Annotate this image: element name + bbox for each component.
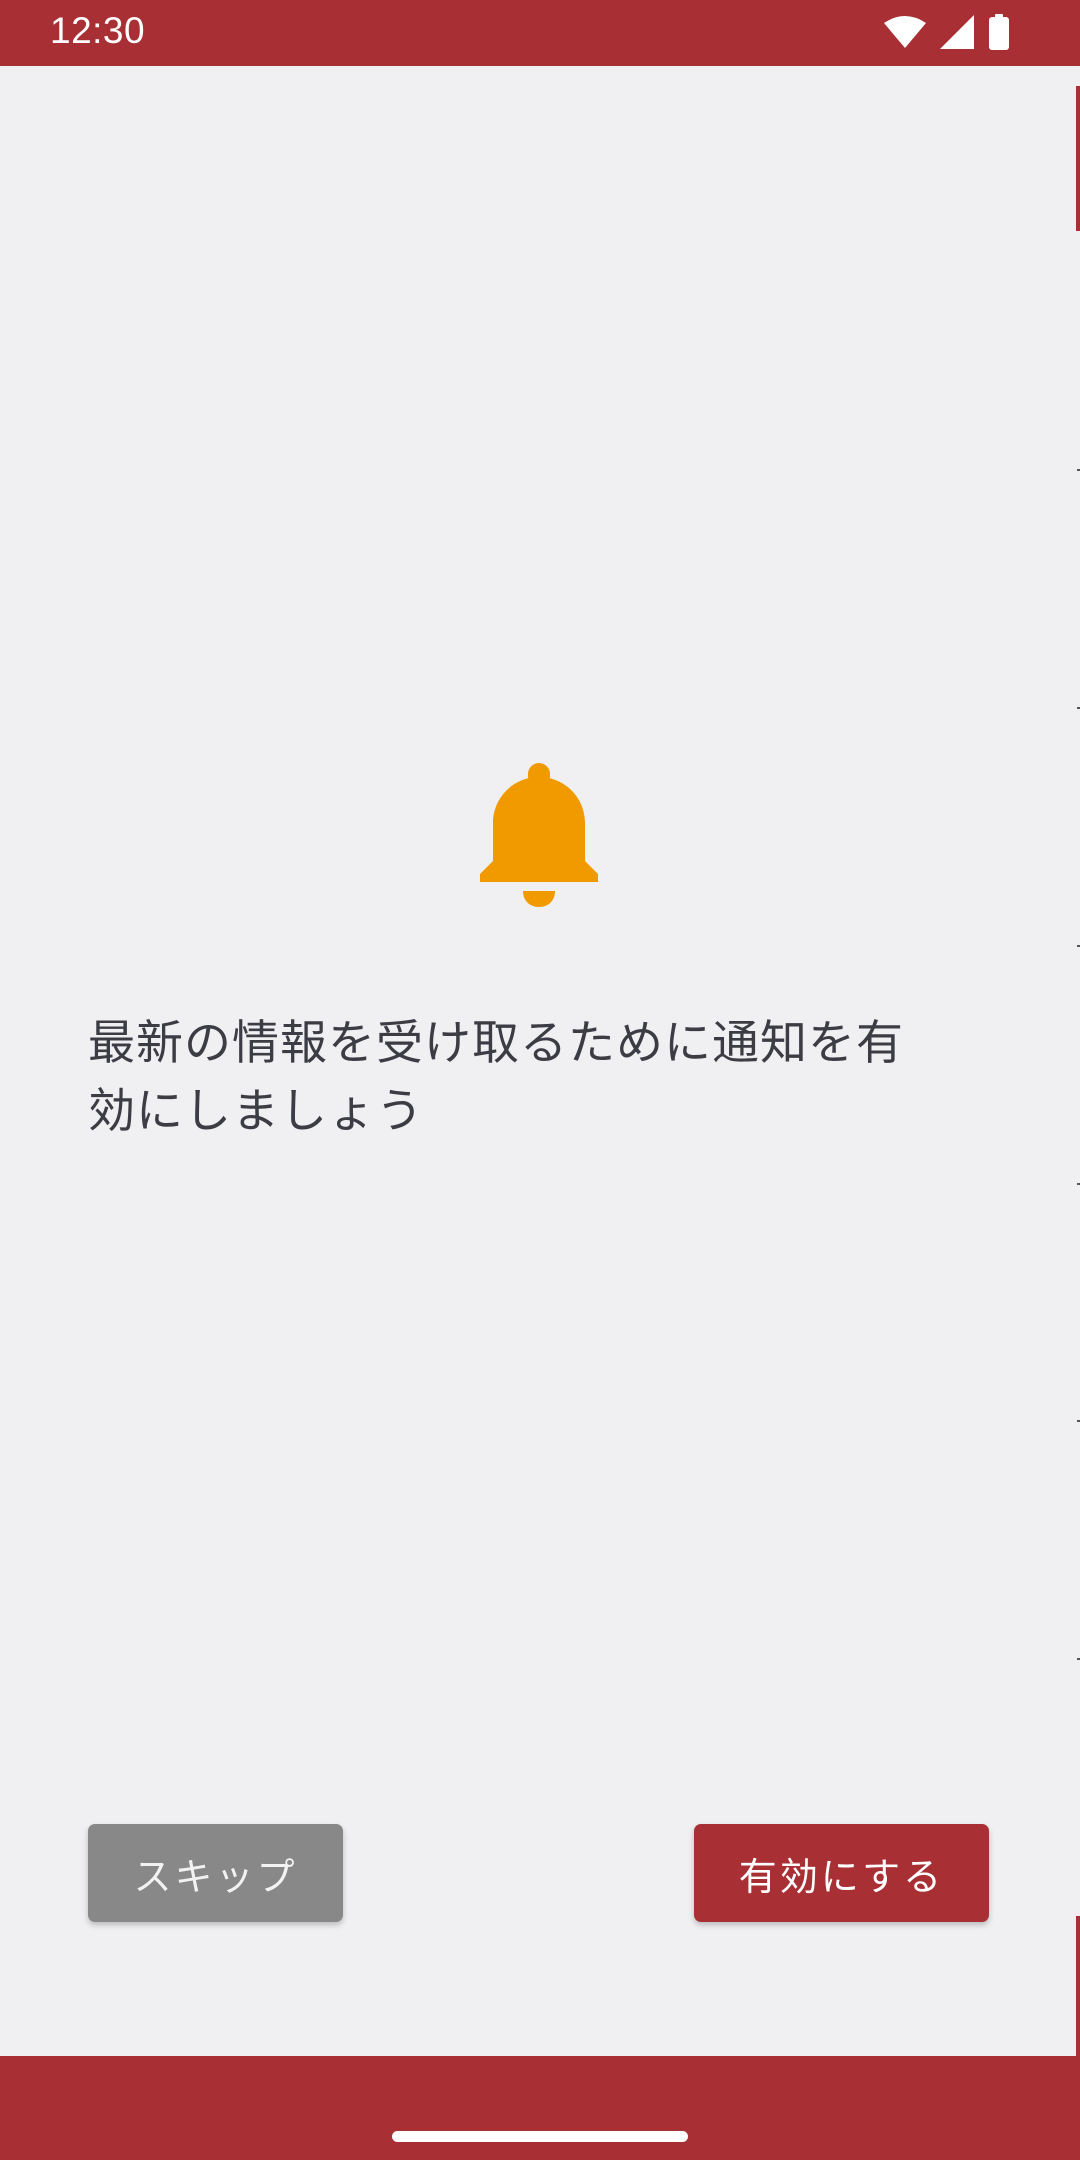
message-line-1: 最新の情報を受け取るために通知を有 — [88, 1016, 904, 1071]
bell-icon — [480, 763, 598, 907]
cellular-signal-icon — [940, 15, 974, 49]
home-gesture-handle[interactable] — [392, 2131, 688, 2142]
phone-screen: 12:30 最新の情報を受け取るために通知を有 効にしましょう スキップ 有効に… — [0, 0, 1080, 2160]
notification-prompt-message: 最新の情報を受け取るために通知を有 効にしましょう — [88, 1010, 988, 1146]
wifi-icon — [884, 16, 926, 48]
navigation-bar — [0, 2094, 1080, 2160]
edge-accent-line — [1076, 86, 1080, 231]
edge-accent-line — [1076, 1916, 1080, 2066]
status-time: 12:30 — [50, 10, 146, 51]
status-bar: 12:30 — [0, 0, 1080, 66]
battery-icon — [989, 14, 1009, 50]
enable-notifications-button[interactable]: 有効にする — [694, 1824, 989, 1922]
skip-button[interactable]: スキップ — [88, 1824, 343, 1922]
message-line-2: 効にしましょう — [88, 1084, 424, 1139]
status-icons — [884, 14, 1010, 50]
